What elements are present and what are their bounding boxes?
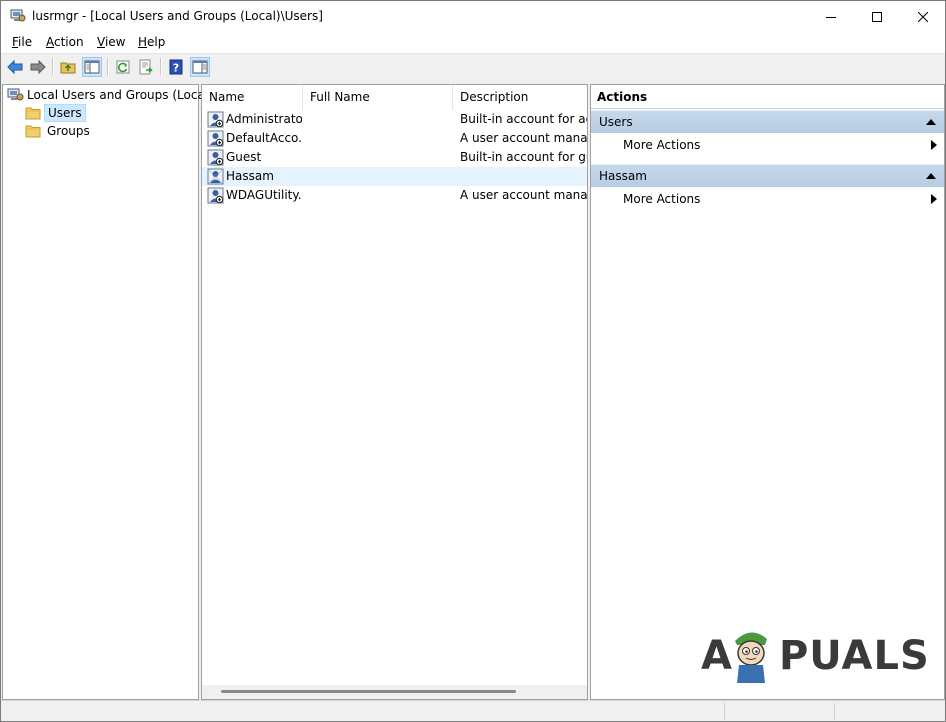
refresh-icon: [116, 60, 130, 74]
forward-arrow-icon: [30, 59, 46, 75]
toolbar: ?: [1, 54, 945, 79]
submenu-arrow-icon: [931, 140, 937, 150]
toolbar-separator: [160, 58, 162, 75]
column-header-description[interactable]: Description: [453, 85, 587, 110]
minimize-icon: [826, 16, 836, 18]
app-window: lusrmgr - [Local Users and Groups (Local…: [0, 0, 946, 722]
user-disabled-icon: [207, 187, 224, 204]
export-list-icon: [139, 59, 153, 75]
menu-view[interactable]: View: [97, 35, 125, 49]
scrollbar-thumb[interactable]: [221, 690, 516, 693]
svg-text:?: ?: [173, 62, 179, 75]
action-pane-icon: [192, 60, 208, 74]
cell-name: Hassam: [226, 169, 274, 183]
mascot-logo-icon: [735, 632, 767, 683]
collapse-triangle-icon[interactable]: [926, 119, 936, 125]
tree-node-label: Local Users and Groups (Local): [27, 88, 213, 102]
user-list-pane[interactable]: Name Full Name Description Administrator…: [201, 84, 588, 700]
cell-description: A user account manage: [460, 131, 587, 145]
folder-icon: [25, 125, 41, 138]
toolbar-separator: [52, 58, 54, 75]
table-row[interactable]: Administrator Built-in account for adm: [202, 110, 587, 129]
up-one-level-button[interactable]: [58, 57, 78, 77]
status-divider: [724, 703, 725, 720]
cell-description: A user account manage: [460, 188, 587, 202]
actions-section-label: Hassam: [599, 169, 647, 183]
user-icon: [207, 168, 224, 185]
window-title: lusrmgr - [Local Users and Groups (Local…: [32, 9, 323, 23]
folder-up-icon: [60, 62, 76, 74]
tree-node-label: Users: [44, 104, 86, 122]
help-button[interactable]: ?: [166, 57, 186, 77]
cell-description: Built-in account for gue: [460, 150, 587, 164]
actions-pane-title: Actions: [591, 85, 944, 109]
cell-name: Administrator: [226, 112, 302, 126]
export-list-button[interactable]: [136, 57, 156, 77]
back-arrow-icon: [7, 59, 23, 75]
list-header: Name Full Name Description: [202, 85, 587, 110]
minimize-button[interactable]: [808, 1, 854, 32]
status-bar: [1, 700, 945, 721]
menu-action[interactable]: Action: [46, 35, 84, 49]
computer-management-icon: [10, 9, 26, 22]
tree-node-groups[interactable]: Groups: [25, 122, 93, 140]
menu-file[interactable]: File: [12, 35, 32, 49]
actions-pane: Actions Users More Actions Hassam More A…: [590, 84, 945, 700]
column-header-full-name[interactable]: Full Name: [303, 85, 453, 110]
action-item-label: More Actions: [623, 192, 701, 206]
refresh-button[interactable]: [113, 57, 133, 77]
forward-button[interactable]: [28, 57, 48, 77]
user-disabled-icon: [207, 130, 224, 147]
table-row[interactable]: DefaultAcco... A user account manage: [202, 129, 587, 148]
cell-name: DefaultAcco...: [226, 131, 302, 145]
title-bar[interactable]: lusrmgr - [Local Users and Groups (Local…: [1, 1, 945, 32]
tree-node-users[interactable]: Users: [25, 104, 86, 122]
table-row[interactable]: WDAGUtility... A user account manage: [202, 186, 587, 205]
cell-name: Guest: [226, 150, 262, 164]
status-divider: [834, 703, 835, 720]
table-row[interactable]: Guest Built-in account for gue: [202, 148, 587, 167]
cell-description: Built-in account for adm: [460, 112, 587, 126]
more-actions-users[interactable]: More Actions: [591, 134, 944, 156]
user-disabled-icon: [207, 111, 224, 128]
console-tree-pane[interactable]: Local Users and Groups (Local) Users Gro…: [2, 84, 213, 700]
actions-section-hassam[interactable]: Hassam: [591, 164, 944, 187]
menu-help[interactable]: Help: [138, 35, 165, 49]
folder-icon: [25, 107, 41, 120]
actions-section-label: Users: [599, 115, 633, 129]
show-hide-console-tree-button[interactable]: [82, 57, 102, 77]
column-header-name[interactable]: Name: [202, 85, 303, 110]
submenu-arrow-icon: [931, 194, 937, 204]
back-button[interactable]: [5, 57, 25, 77]
computer-users-icon: [7, 88, 24, 101]
collapse-triangle-icon[interactable]: [926, 173, 936, 179]
cell-name: WDAGUtility...: [226, 188, 302, 202]
close-button[interactable]: [900, 1, 945, 32]
table-row[interactable]: Hassam: [202, 167, 587, 186]
actions-section-users[interactable]: Users: [591, 110, 944, 133]
user-disabled-icon: [207, 149, 224, 166]
appuals-watermark: A PUALS: [701, 627, 929, 687]
help-icon: ?: [169, 59, 183, 75]
tree-node-label: Groups: [47, 124, 90, 138]
action-item-label: More Actions: [623, 138, 701, 152]
menu-bar: File Action View Help: [1, 32, 945, 54]
more-actions-hassam[interactable]: More Actions: [591, 188, 944, 210]
tree-node-root[interactable]: Local Users and Groups (Local): [7, 86, 214, 104]
horizontal-scrollbar[interactable]: [202, 685, 587, 699]
toolbar-separator: [107, 58, 109, 75]
show-hide-action-pane-button[interactable]: [190, 57, 210, 77]
close-icon: [918, 11, 928, 22]
console-tree-icon: [84, 60, 100, 74]
maximize-icon: [872, 11, 882, 22]
maximize-button[interactable]: [854, 1, 900, 32]
